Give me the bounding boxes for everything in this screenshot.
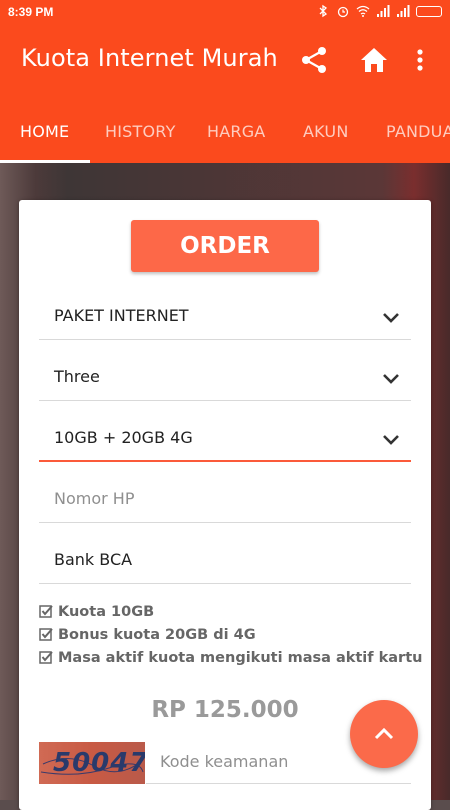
captcha-code: 50047 — [53, 748, 145, 778]
status-time: 8:39 PM — [8, 5, 54, 19]
bank-value: Bank BCA — [54, 550, 133, 569]
tab-home[interactable]: HOME — [20, 122, 69, 141]
chevron-down-icon — [383, 374, 399, 384]
status-bar: 8:39 PM — [0, 0, 450, 24]
provider-select[interactable]: Three — [39, 357, 411, 401]
tab-harga[interactable]: HARGA — [207, 122, 265, 141]
signal-icon — [397, 5, 410, 17]
order-button[interactable]: ORDER — [131, 220, 319, 272]
phone-number-input[interactable]: Nomor HP — [39, 479, 411, 523]
checkbox-checked-icon — [39, 605, 53, 618]
feature-text: Masa aktif kuota mengikuti masa aktif ka… — [58, 650, 423, 666]
chevron-down-icon — [383, 313, 399, 323]
tab-indicator — [0, 160, 90, 163]
feature-text: Bonus kuota 20GB di 4G — [58, 627, 256, 643]
checkbox-checked-icon — [39, 651, 53, 664]
more-vert-icon[interactable] — [404, 44, 436, 76]
home-icon[interactable] — [358, 44, 390, 76]
battery-icon — [416, 5, 442, 17]
package-type-select[interactable]: PAKET INTERNET — [39, 296, 411, 340]
chevron-up-icon — [374, 727, 394, 740]
package-value: 10GB + 20GB 4G — [54, 428, 193, 447]
package-select[interactable]: 10GB + 20GB 4G — [39, 418, 411, 462]
app-bar: 8:39 PM Kuota Internet Murah HOME HISTOR… — [0, 0, 450, 163]
feature-text: Kuota 10GB — [58, 604, 155, 620]
tab-akun[interactable]: AKUN — [303, 122, 349, 141]
chevron-down-icon — [383, 435, 399, 445]
feature-item: Masa aktif kuota mengikuti masa aktif ka… — [39, 650, 422, 666]
checkbox-checked-icon — [39, 628, 53, 641]
share-icon[interactable] — [298, 44, 330, 76]
bluetooth-icon — [319, 4, 328, 18]
captcha-image: 50047 — [39, 742, 145, 784]
package-type-value: PAKET INTERNET — [54, 306, 189, 325]
bank-select[interactable]: Bank BCA — [39, 540, 411, 584]
tab-panduan[interactable]: PANDUA — [386, 122, 450, 141]
feature-item: Kuota 10GB — [39, 604, 154, 620]
alarm-icon — [337, 6, 349, 18]
app-title: Kuota Internet Murah — [21, 44, 278, 72]
provider-value: Three — [54, 367, 100, 386]
scroll-top-button[interactable] — [350, 700, 418, 768]
wifi-icon — [356, 5, 370, 17]
security-code-placeholder: Kode keamanan — [160, 752, 289, 771]
feature-item: Bonus kuota 20GB di 4G — [39, 627, 256, 643]
signal-icon — [377, 5, 390, 17]
phone-number-placeholder: Nomor HP — [54, 489, 135, 508]
tab-bar: HOME HISTORY HARGA AKUN PANDUA — [0, 112, 450, 163]
tab-history[interactable]: HISTORY — [105, 122, 176, 141]
